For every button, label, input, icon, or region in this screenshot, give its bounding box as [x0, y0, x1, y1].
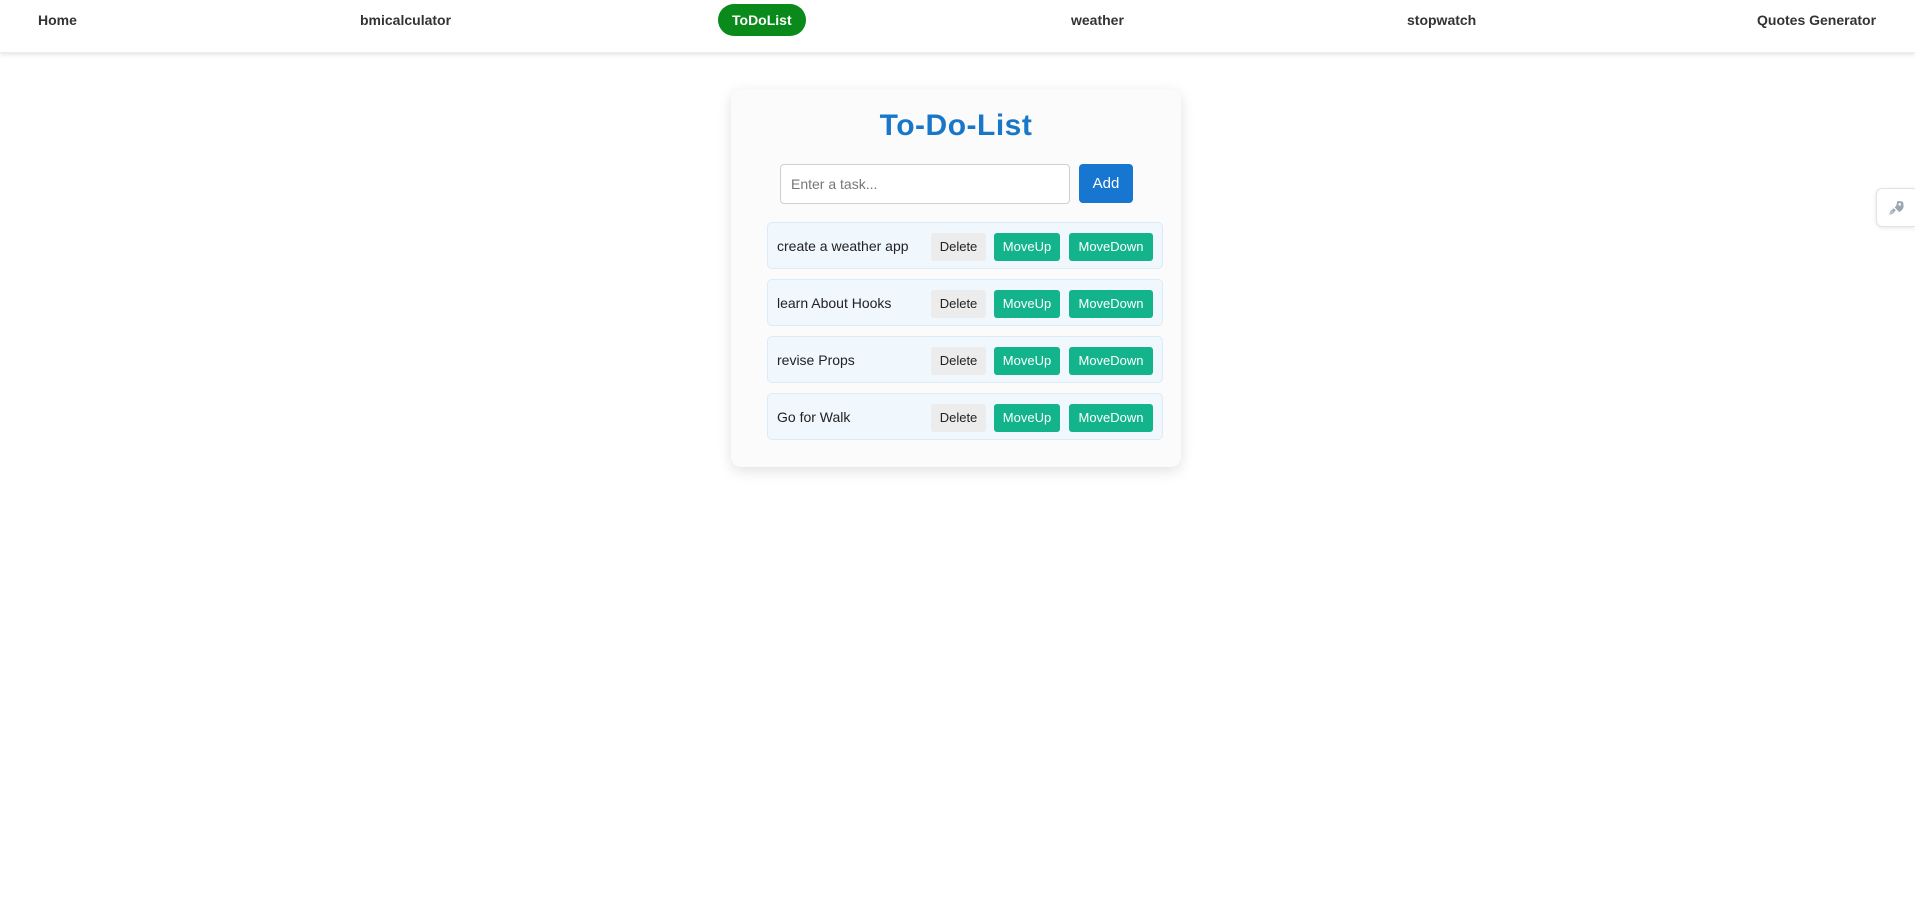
move-down-button[interactable]: MoveDown — [1069, 233, 1153, 261]
task-input[interactable] — [780, 164, 1070, 204]
task-text: create a weather app — [777, 238, 909, 254]
nav-item-home[interactable]: Home — [38, 4, 77, 36]
side-widget-button[interactable] — [1876, 188, 1915, 227]
task-item: learn About Hooks Delete MoveUp MoveDown — [767, 279, 1163, 326]
task-item: Go for Walk Delete MoveUp MoveDown — [767, 393, 1163, 440]
task-text: Go for Walk — [777, 409, 851, 425]
page-title: To-Do-List — [879, 109, 1033, 142]
add-task-button[interactable]: Add — [1079, 164, 1133, 203]
nav-item-weather[interactable]: weather — [1071, 4, 1124, 36]
nav-item-todolist[interactable]: ToDoList — [718, 4, 806, 36]
task-list: create a weather app Delete MoveUp MoveD… — [767, 222, 1163, 450]
delete-task-button[interactable]: Delete — [931, 404, 986, 432]
delete-task-button[interactable]: Delete — [931, 347, 986, 375]
move-down-button[interactable]: MoveDown — [1069, 347, 1153, 375]
task-text: learn About Hooks — [777, 295, 892, 311]
move-up-button[interactable]: MoveUp — [994, 347, 1060, 375]
task-item: create a weather app Delete MoveUp MoveD… — [767, 222, 1163, 269]
delete-task-button[interactable]: Delete — [931, 233, 986, 261]
move-down-button[interactable]: MoveDown — [1069, 404, 1153, 432]
task-text: revise Props — [777, 352, 855, 368]
rocket-icon — [1889, 201, 1904, 215]
nav-item-bmicalculator[interactable]: bmicalculator — [360, 4, 451, 36]
move-up-button[interactable]: MoveUp — [994, 233, 1060, 261]
move-up-button[interactable]: MoveUp — [994, 290, 1060, 318]
nav-item-quotes-generator[interactable]: Quotes Generator — [1757, 4, 1876, 36]
todo-card: To-Do-List Add create a weather app Dele… — [731, 89, 1181, 467]
delete-task-button[interactable]: Delete — [931, 290, 986, 318]
top-navbar: Home bmicalculator ToDoList weather stop… — [0, 0, 1915, 53]
nav-item-stopwatch[interactable]: stopwatch — [1407, 4, 1476, 36]
move-down-button[interactable]: MoveDown — [1069, 290, 1153, 318]
task-item: revise Props Delete MoveUp MoveDown — [767, 336, 1163, 383]
move-up-button[interactable]: MoveUp — [994, 404, 1060, 432]
